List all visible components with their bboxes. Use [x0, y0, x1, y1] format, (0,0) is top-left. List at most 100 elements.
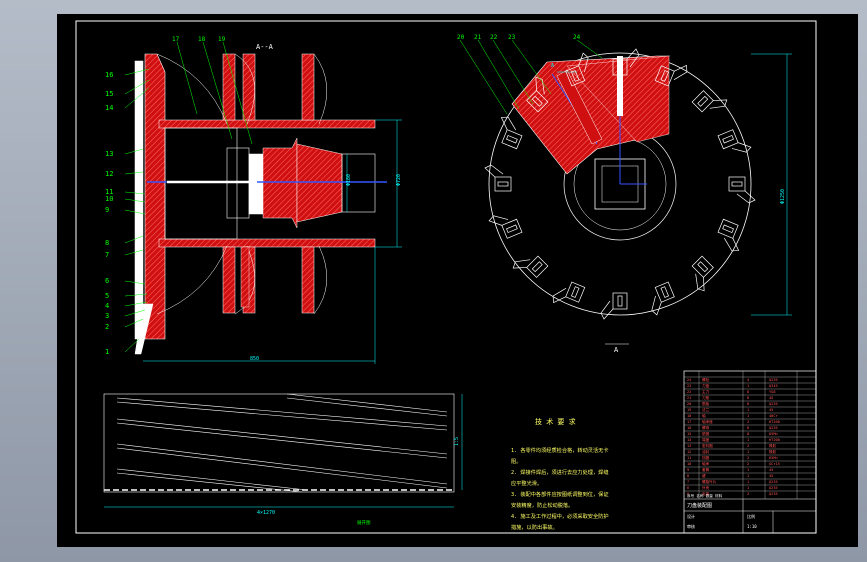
callout-12: 12 — [105, 170, 113, 178]
dim-diameter: Φ1250 — [780, 189, 786, 204]
parts-cell: HT200 — [769, 438, 780, 442]
parts-cell: 6 — [687, 486, 689, 490]
parts-cell: 8 — [687, 474, 689, 478]
parts-cell: Q345 — [769, 384, 778, 388]
parts-cell: 8 — [747, 432, 749, 436]
designer-label: 设计 — [687, 513, 695, 519]
callout-2: 2 — [105, 323, 109, 331]
checker-label: 审核 — [687, 523, 695, 529]
parts-cell: 2 — [747, 420, 749, 424]
cutter-tooth — [717, 218, 740, 252]
cutter-tooth — [552, 281, 586, 304]
parts-cell: 19 — [687, 408, 691, 412]
parts-cell: 2 — [747, 456, 749, 460]
callout-4: 4 — [105, 302, 109, 310]
parts-cell: Q235 — [769, 378, 778, 382]
parts-cell: 2 — [747, 444, 749, 448]
parts-cell: 轴承座 — [702, 419, 713, 424]
callout-21: 21 — [474, 34, 482, 41]
note-line: 3. 装配中各部件应按图纸调整到位，保证 — [511, 490, 609, 498]
parts-cell: 21 — [687, 396, 691, 400]
parts-cell: 22 — [687, 390, 691, 394]
parts-cell: 端盖 — [702, 437, 710, 442]
parts-cell: 10 — [687, 462, 691, 466]
parts-cell: 橡胶 — [769, 443, 777, 448]
callout-24: 24 — [573, 34, 581, 41]
callout-10: 10 — [105, 195, 113, 203]
parts-cell: 螺栓 — [702, 377, 710, 382]
parts-cell: 45 — [769, 408, 773, 412]
parts-cell: Q235 — [769, 492, 778, 496]
parts-cell: 8 — [747, 402, 749, 406]
parts-cell: 40Cr — [769, 414, 778, 418]
callout-19: 19 — [218, 36, 226, 43]
drawing-canvas[interactable]: A--A Φ720 Φ180 850 161514131211109876543… — [57, 14, 858, 547]
callout-3: 3 — [105, 312, 109, 320]
end-view: A 20 21 22 23 24 Φ1250 A — [457, 34, 792, 354]
parts-cell: YG8 — [769, 390, 776, 394]
section-view-a-a: A--A Φ720 Φ180 850 161514131211109876543… — [105, 36, 402, 364]
parts-cell: 橡胶 — [769, 449, 777, 454]
parts-cell: 17 — [687, 420, 691, 424]
parts-cell: 45 — [769, 474, 773, 478]
cad-viewport[interactable]: A--A Φ720 Φ180 850 16 15 14 13 12 11 10 … — [0, 0, 867, 562]
parts-cell: 筋板 — [702, 401, 710, 406]
parts-cell: 14 — [687, 438, 691, 442]
parts-cell: 15 — [687, 432, 691, 436]
unfold-caption: 展开图 — [357, 520, 371, 526]
tb-header: 序号 名称 数量 材料 — [687, 493, 723, 498]
parts-cell: 65Mn — [769, 456, 778, 460]
parts-cell: 1 — [747, 408, 749, 412]
dim-bottom: 4×1270 — [257, 510, 275, 516]
parts-cell: 刀盘 — [702, 383, 710, 388]
parts-cell: Q235 — [769, 486, 778, 490]
callout-9: 9 — [105, 206, 109, 214]
cutter-tooth — [651, 281, 675, 316]
callout-15: 15 — [105, 90, 113, 98]
parts-cell: 油封 — [702, 449, 710, 454]
parts-cell: 刀座 — [702, 395, 710, 400]
callout-14: 14 — [105, 104, 113, 112]
parts-cell: 24 — [687, 378, 691, 382]
note-line: 2. 焊接件焊后，须进行去应力处理，焊缝 — [511, 468, 609, 476]
parts-cell: 1 — [747, 486, 749, 490]
parts-cell: 主刀 — [702, 389, 710, 394]
parts-cell: 密封圈 — [702, 443, 713, 448]
parts-cell: 1 — [747, 474, 749, 478]
parts-cell: 1 — [747, 468, 749, 472]
svg-text:A: A — [551, 63, 554, 69]
parts-cell: 45 — [769, 468, 773, 472]
dim-length: 850 — [250, 356, 259, 362]
parts-cell: 轴 — [702, 413, 706, 418]
note-line: 安装精度，防止松动脱落。 — [511, 501, 573, 509]
callout-8: 8 — [105, 239, 109, 247]
parts-cell: 套筒 — [702, 467, 710, 472]
cutter-tooth — [488, 215, 523, 239]
cutter-tooth — [717, 129, 752, 153]
parts-cell: 20 — [687, 402, 691, 406]
title-block: 24 螺栓 4 Q23523 刀盘 1 Q34522 主刀 8 YG821 刀座 8 4520 筋板 8 Q2… — [683, 370, 817, 534]
dim-bottom-height: 1:5 — [454, 437, 460, 446]
parts-cell: 1 — [747, 450, 749, 454]
parts-cell: 挡圈 — [702, 455, 710, 460]
callout-20: 20 — [457, 34, 465, 41]
callout-16: 16 — [105, 71, 113, 79]
callout-18: 18 — [198, 36, 206, 43]
drawing-name: 刀盘装配图 — [687, 502, 712, 509]
scale-value: 1:10 — [747, 524, 757, 529]
callout-6: 6 — [105, 277, 109, 285]
callout-22: 22 — [490, 34, 498, 41]
callout-1: 1 — [105, 348, 109, 356]
parts-cell: 16 — [687, 426, 691, 430]
notes-title: 技 术 要 求 — [535, 417, 576, 426]
note-line: 应平整光滑。 — [511, 479, 542, 487]
parts-cell: 8 — [747, 426, 749, 430]
parts-cell: 1 — [747, 480, 749, 484]
note-line: 措施，以防出事故。 — [511, 523, 558, 531]
parts-cell: 9 — [687, 468, 689, 472]
callout-17: 17 — [172, 36, 180, 43]
parts-cell: 垫圈 — [702, 431, 710, 436]
parts-cell: GCr15 — [769, 462, 780, 466]
callout-23: 23 — [508, 34, 516, 41]
parts-cell: Q235 — [769, 480, 778, 484]
